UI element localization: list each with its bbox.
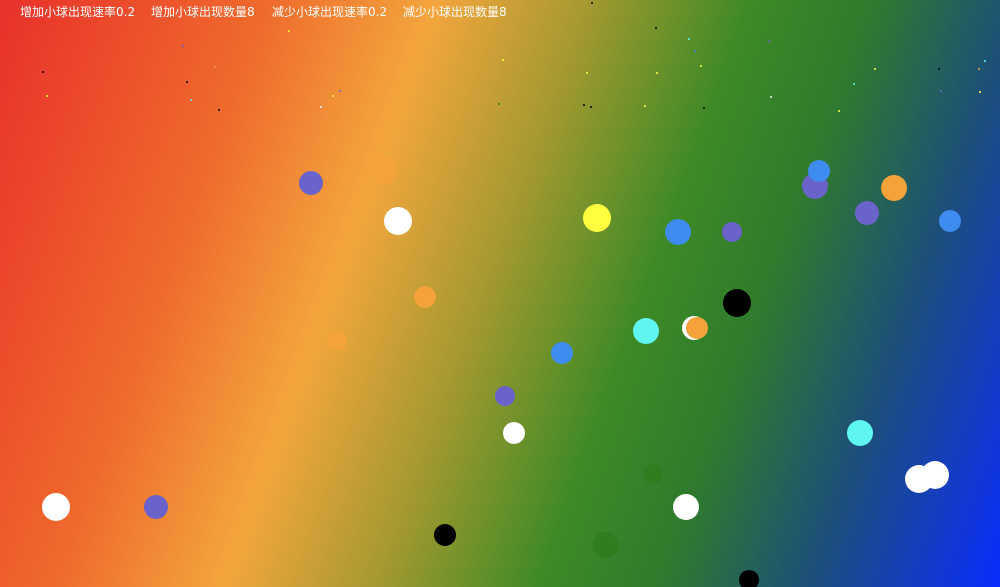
particle [700,65,702,67]
particle [984,60,986,62]
particle [42,71,44,73]
ball [633,318,659,344]
particle [182,45,184,47]
particle [703,107,705,109]
ball [368,154,398,184]
particle [694,50,696,52]
ball [495,386,515,406]
ball [42,493,70,521]
particle [655,27,657,29]
decrease-rate-button[interactable]: 减少小球出现速率0.2 [272,0,387,24]
particle [320,106,322,108]
ball [144,495,168,519]
ball [722,222,742,242]
particle [214,66,216,68]
particle [46,95,48,97]
particle [938,68,940,70]
ball [434,524,456,546]
ball [643,464,663,484]
ball [939,210,961,232]
particle [498,103,500,105]
particle [288,30,290,32]
ball [665,219,691,245]
particle [583,104,585,106]
ball [327,331,347,351]
game-canvas[interactable]: 增加小球出现速率0.2 增加小球出现数量8 减少小球出现速率0.2 减少小球出现… [0,0,1000,587]
particle [688,38,690,40]
particle [586,72,588,74]
ball [583,204,611,232]
ball [847,420,873,446]
ball [503,422,525,444]
increase-count-button[interactable]: 增加小球出现数量8 [151,0,255,24]
particle [190,99,192,101]
increase-rate-button[interactable]: 增加小球出现速率0.2 [20,0,135,24]
particle [979,91,981,93]
particle [838,110,840,112]
particle [591,2,593,4]
particle [770,96,772,98]
ball [673,494,699,520]
particle [656,72,658,74]
particle [332,95,334,97]
decrease-count-button[interactable]: 减少小球出现数量8 [403,0,507,24]
particle [339,90,341,92]
particle [978,68,980,70]
ball [686,317,708,339]
ball [384,207,412,235]
particle [874,68,876,70]
ball [921,461,949,489]
particle [502,59,504,61]
ball [299,171,323,195]
ball [551,342,573,364]
particle [940,90,942,92]
ball [881,175,907,201]
particle [186,81,188,83]
ball [855,201,879,225]
particle [218,109,220,111]
ball [593,532,619,558]
particle [590,106,592,108]
ball [723,289,751,317]
particle [644,105,646,107]
particle [853,83,855,85]
ball [414,286,436,308]
ball [808,160,830,182]
particle [768,40,770,42]
ball [739,570,759,587]
